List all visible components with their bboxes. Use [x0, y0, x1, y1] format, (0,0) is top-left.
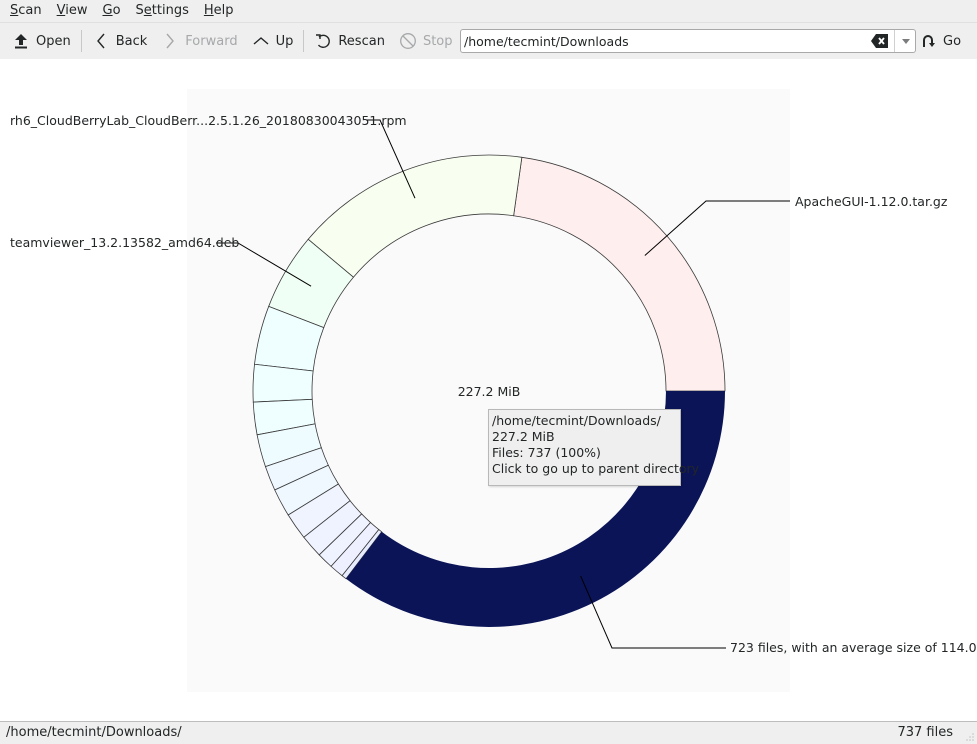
resize-grip-icon[interactable]: [964, 731, 974, 741]
menu-settings[interactable]: Settings: [131, 0, 194, 22]
back-button[interactable]: Back: [85, 26, 155, 56]
up-button[interactable]: Up: [245, 26, 301, 56]
filelight-canvas: 227.2 MiB rh6_CloudBerryLab_CloudBerr...…: [0, 59, 977, 722]
menu-go-rest: o: [112, 3, 121, 18]
menu-view-rest: iew: [65, 3, 88, 18]
menu-help-mnemonic: H: [203, 3, 214, 18]
status-bar: /home/tecmint/Downloads/ 737 files: [0, 722, 977, 744]
menu-scan-rest: can: [18, 3, 42, 18]
status-path: /home/tecmint/Downloads/: [6, 725, 182, 740]
open-button[interactable]: Open: [5, 26, 78, 56]
directory-tooltip: /home/tecmint/Downloads/ 227.2 MiB Files…: [488, 409, 700, 486]
rescan-button[interactable]: Rescan: [307, 26, 392, 56]
ring-segment-4[interactable]: [252, 363, 314, 403]
back-label: Back: [115, 33, 148, 49]
toolbar-separator: [303, 30, 305, 52]
menu-go-mnemonic: G: [102, 3, 113, 18]
history-dropdown-button[interactable]: [894, 30, 917, 52]
stop-button[interactable]: Stop: [392, 26, 460, 56]
menu-view[interactable]: View: [52, 0, 93, 22]
go-label: Go: [943, 33, 962, 49]
menu-settings-pre: S: [135, 3, 144, 18]
menu-view-mnemonic: V: [56, 3, 66, 18]
toolbar-separator: [80, 30, 82, 52]
menu-help-rest: elp: [213, 3, 234, 18]
toolbar: Open Back Forward Up Rescan Stop /home/t…: [0, 22, 977, 60]
rescan-icon: [314, 32, 332, 50]
upload-icon: [12, 32, 30, 50]
chevron-right-icon: [161, 32, 179, 50]
segment-label-small-files[interactable]: 723 files, with an average size of 114.0…: [730, 640, 977, 655]
open-label: Open: [36, 33, 71, 49]
menu-settings-mnemonic: e: [143, 3, 152, 18]
go-icon: [921, 33, 935, 49]
radial-map-chart[interactable]: 227.2 MiB rh6_CloudBerryLab_CloudBerr...…: [0, 59, 977, 721]
clear-text-icon[interactable]: [871, 33, 889, 49]
tooltip-hint: Click to go up to parent directory: [492, 461, 700, 476]
tooltip-files: Files: 737 (100%): [492, 445, 601, 460]
status-file-count: 737 files: [897, 725, 953, 740]
menu-go[interactable]: Go: [97, 0, 125, 22]
up-label: Up: [275, 33, 294, 49]
rescan-label: Rescan: [338, 33, 385, 49]
menu-scan[interactable]: Scan: [5, 0, 47, 22]
chevron-down-icon: [902, 38, 910, 44]
tooltip-size: 227.2 MiB: [492, 429, 555, 444]
segment-label-apachegui[interactable]: ApacheGUI-1.12.0.tar.gz: [795, 194, 948, 209]
stop-icon: [399, 32, 417, 50]
menu-settings-rest: ttings: [151, 3, 189, 18]
forward-label: Forward: [185, 33, 238, 49]
menu-bar: Scan View Go Settings Help: [0, 0, 977, 22]
total-size-label[interactable]: 227.2 MiB: [458, 384, 521, 399]
tooltip-path: /home/tecmint/Downloads/: [492, 413, 661, 428]
chevron-up-icon: [252, 32, 270, 50]
menu-help[interactable]: Help: [199, 0, 239, 22]
go-button[interactable]: Go: [921, 26, 961, 56]
location-input[interactable]: [464, 32, 864, 50]
stop-label: Stop: [422, 33, 453, 49]
chevron-left-icon: [92, 32, 110, 50]
segment-label-rpm[interactable]: rh6_CloudBerryLab_CloudBerr...2.5.1.26_2…: [10, 113, 407, 128]
location-bar: [460, 29, 916, 53]
segment-label-teamviewer[interactable]: teamviewer_13.2.13582_amd64.deb: [10, 235, 239, 250]
forward-button[interactable]: Forward: [154, 26, 244, 56]
